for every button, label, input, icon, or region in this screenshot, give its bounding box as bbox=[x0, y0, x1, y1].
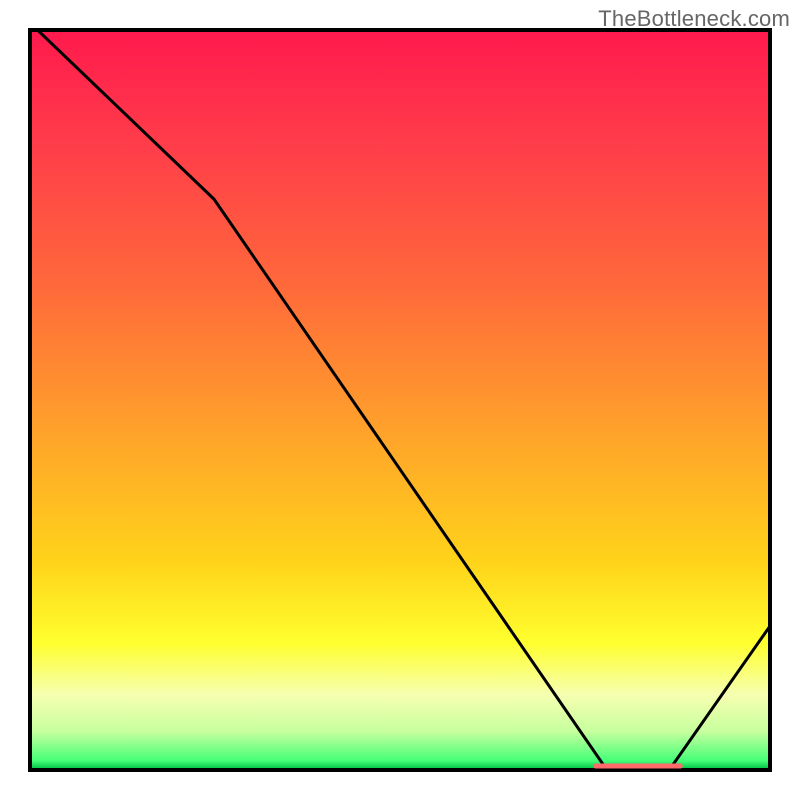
plot-gradient-bg bbox=[28, 28, 772, 772]
chart-container: TheBottleneck.com bbox=[0, 0, 800, 800]
plot-outer bbox=[28, 28, 772, 772]
